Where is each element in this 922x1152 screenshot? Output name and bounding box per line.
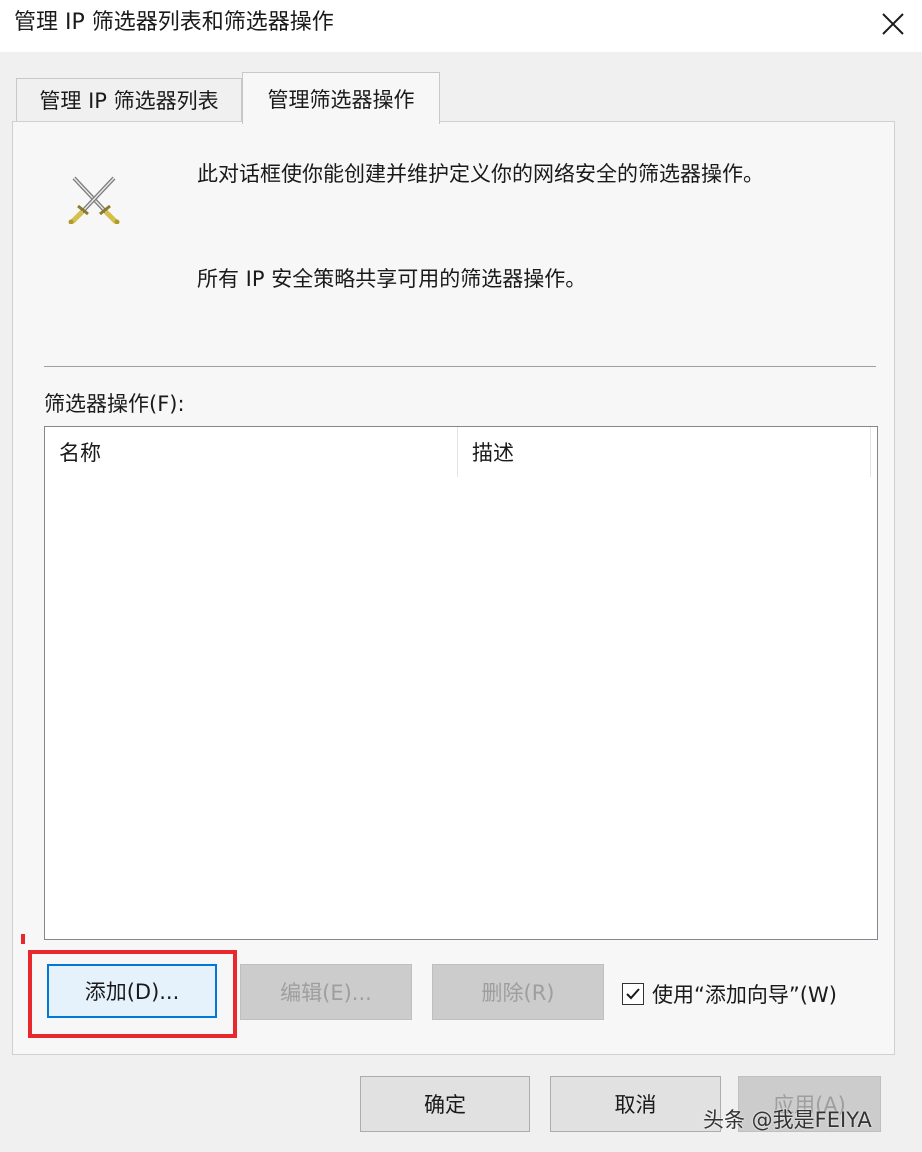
crossed-swords-icon (68, 176, 120, 224)
annotation-mark (21, 934, 25, 944)
tab-manage-filter-actions[interactable]: 管理筛选器操作 (242, 72, 440, 124)
description-line-2: 所有 IP 安全策略共享可用的筛选器操作。 (197, 267, 587, 291)
edit-button[interactable]: 编辑(E)... (240, 964, 412, 1020)
checkmark-icon (626, 988, 640, 1000)
edit-button-label: 编辑(E)... (280, 981, 372, 1005)
column-header-label: 描述 (472, 441, 514, 465)
checkbox-box[interactable] (622, 983, 644, 1005)
checkbox-label: 使用“添加向导”(W) (652, 983, 837, 1007)
cancel-button[interactable]: 取消 (550, 1076, 721, 1132)
add-button-label: 添加(D)... (84, 980, 180, 1004)
ok-button-label: 确定 (424, 1093, 466, 1117)
delete-button-label: 删除(R) (481, 981, 555, 1005)
column-header-label: 名称 (59, 441, 101, 465)
filter-actions-list[interactable]: 名称 描述 (44, 426, 878, 940)
use-add-wizard-checkbox[interactable]: 使用“添加向导”(W) (622, 979, 837, 1009)
add-button[interactable]: 添加(D)... (47, 964, 217, 1018)
watermark: 头条 @我是FEIYA (703, 1108, 872, 1132)
description-line-1: 此对话框使你能创建并维护定义你的网络安全的筛选器操作。 (197, 162, 764, 186)
window-title: 管理 IP 筛选器列表和筛选器操作 (14, 10, 334, 35)
close-icon (882, 13, 904, 35)
tab-label: 管理筛选器操作 (267, 87, 415, 112)
ok-button[interactable]: 确定 (360, 1076, 530, 1132)
column-header-description[interactable]: 描述 (458, 427, 871, 477)
close-button[interactable] (864, 0, 922, 48)
filter-actions-label: 筛选器操作(F): (44, 392, 185, 416)
column-header-name[interactable]: 名称 (45, 427, 458, 477)
tab-label: 管理 IP 筛选器列表 (39, 89, 219, 113)
cancel-button-label: 取消 (614, 1093, 657, 1117)
tab-manage-filter-lists[interactable]: 管理 IP 筛选器列表 (16, 78, 242, 121)
separator (44, 366, 876, 367)
title-bar: 管理 IP 筛选器列表和筛选器操作 (0, 0, 922, 52)
delete-button[interactable]: 删除(R) (432, 964, 604, 1020)
